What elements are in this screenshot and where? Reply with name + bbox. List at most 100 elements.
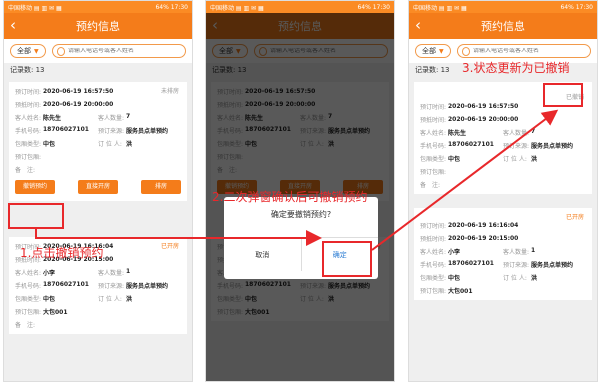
phone-screen-1: 中国移动 ▤ ▥ ✉ ▦ 64% 17:30 ‹ 预约信息 全部 ▼ 记录数: …: [3, 0, 193, 382]
booking-source: 服务员点单预约: [531, 143, 574, 150]
title-bar: ‹ 预约信息: [409, 13, 597, 39]
field-label: 客人数量:: [98, 115, 125, 122]
field-label: 预抵时间:: [15, 102, 42, 109]
chevron-down-icon: ▼: [34, 47, 39, 55]
field-label: 预订时间:: [420, 104, 447, 111]
guest-count: 1: [126, 268, 131, 275]
booked-room: 大包001: [448, 288, 473, 295]
cancel-booking-button[interactable]: 撤销预约: [15, 180, 55, 194]
chevron-down-icon: ▼: [439, 47, 444, 55]
arrive-time: 2020-06-19 20:00:00: [43, 101, 114, 108]
back-icon[interactable]: ‹: [415, 17, 421, 33]
booker: 洪: [531, 156, 538, 163]
field-label: 订 位 人:: [503, 156, 527, 163]
search-box[interactable]: [456, 44, 591, 58]
status-badge: 未排房: [160, 88, 179, 95]
guest-name: 小李: [43, 270, 56, 277]
field-label: 订 位 人:: [503, 275, 527, 282]
field-label: 客人数量:: [98, 270, 125, 277]
highlight-status-badge: [543, 83, 583, 107]
search-icon: [461, 46, 470, 56]
arrive-time: 2020-06-19 20:15:00: [448, 235, 519, 242]
status-right: 64% 17:30: [560, 3, 593, 11]
dialog-cancel-button[interactable]: 取消: [224, 238, 302, 271]
field-label: 手机号码:: [420, 262, 447, 269]
status-filter-select[interactable]: 全部 ▼: [10, 44, 46, 58]
field-label: 包厢类型:: [15, 296, 42, 303]
assign-room-button[interactable]: 排房: [141, 180, 181, 194]
field-label: 预订包厢:: [15, 154, 42, 161]
field-label: 预订包厢:: [420, 169, 447, 176]
records-label: 记录数:: [415, 66, 439, 74]
guest-name: 陈先生: [43, 115, 62, 122]
page-title: 预约信息: [481, 20, 525, 33]
status-badge: 已开房: [160, 243, 179, 250]
annotation-step-1: 1.点击撤销预约: [20, 246, 104, 260]
booking-card: 未排房 预订时间: 2020-06-19 16:57:50 预抵时间: 2020-0…: [9, 82, 187, 201]
book-time: 2020-06-19 16:57:50: [43, 88, 114, 95]
room-type: 中包: [448, 275, 461, 282]
status-bar: 中国移动 ▤ ▥ ✉ ▦ 64% 17:30: [206, 1, 394, 13]
field-label: 包厢类型:: [15, 141, 42, 148]
field-label: 预订包厢:: [15, 309, 42, 316]
status-right: 64% 17:30: [155, 3, 188, 11]
field-label: 手机号码:: [15, 128, 42, 135]
field-label: 预订来源:: [98, 283, 125, 290]
records-value: 13: [35, 66, 45, 74]
field-label: 客人数量:: [503, 249, 530, 256]
field-label: 手机号码:: [420, 143, 447, 150]
booker: 洪: [531, 275, 538, 282]
field-label: 备 注:: [420, 182, 441, 189]
field-label: 预订来源:: [503, 262, 530, 269]
arrive-time: 2020-06-19 20:00:00: [448, 116, 519, 123]
field-label: 预订来源:: [503, 143, 530, 150]
annotation-step-3: 3.状态更新为已撤销: [462, 61, 570, 75]
book-time: 2020-06-19 16:57:50: [448, 103, 519, 110]
field-label: 客人姓名:: [15, 115, 42, 122]
status-bar: 中国移动 ▤ ▥ ✉ ▦ 64% 17:30: [4, 1, 192, 13]
booker: 洪: [126, 296, 133, 303]
records-value: 13: [440, 66, 450, 74]
field-label: 客人姓名:: [420, 249, 447, 256]
status-left: 中国移动 ▤ ▥ ✉ ▦: [210, 4, 264, 12]
phone-number: 18706027101: [448, 260, 494, 267]
annotation-step-2: 2.二次弹窗确认后可撤销预约: [212, 190, 368, 204]
field-label: 备 注:: [15, 167, 36, 174]
field-label: 预订时间:: [420, 223, 447, 230]
booking-source: 服务员点单预约: [126, 283, 169, 290]
status-right: 64% 17:30: [357, 3, 390, 11]
back-icon[interactable]: ‹: [10, 17, 16, 33]
status-filter-select[interactable]: 全部 ▼: [415, 44, 451, 58]
field-label: 订 位 人:: [98, 141, 122, 148]
field-label: 预订包厢:: [420, 288, 447, 295]
booking-source: 服务员点单预约: [531, 262, 574, 269]
field-label: 预订来源:: [98, 128, 125, 135]
page-title: 预约信息: [76, 20, 120, 33]
direct-open-button[interactable]: 直接开房: [78, 180, 118, 194]
room-type: 中包: [448, 156, 461, 163]
phone-number: 18706027101: [448, 141, 494, 148]
field-label: 包厢类型:: [420, 275, 447, 282]
field-label: 备 注:: [15, 322, 36, 329]
guest-count: 7: [531, 128, 536, 135]
field-label: 客人姓名:: [420, 130, 447, 137]
status-left: 中国移动 ▤ ▥ ✉ ▦: [413, 4, 467, 12]
guest-count: 1: [531, 247, 536, 254]
booker: 洪: [126, 141, 133, 148]
filter-search-row: 全部 ▼: [4, 39, 192, 63]
booking-card: 已开房 预订时间:2020-06-19 16:16:04 预抵时间:2020-0…: [414, 208, 592, 300]
search-icon: [56, 46, 65, 56]
search-input[interactable]: [67, 48, 181, 54]
search-input[interactable]: [472, 48, 586, 54]
status-badge: 已开房: [565, 214, 584, 221]
field-label: 手机号码:: [15, 283, 42, 290]
search-box[interactable]: [51, 44, 186, 58]
book-time: 2020-06-19 16:16:04: [448, 222, 519, 229]
field-label: 订 位 人:: [98, 296, 122, 303]
field-label: 预抵时间:: [420, 236, 447, 243]
field-label: 预抵时间:: [420, 117, 447, 124]
field-label: 客人数量:: [503, 130, 530, 137]
field-label: 客人姓名:: [15, 270, 42, 277]
phone-number: 18706027101: [43, 126, 89, 133]
status-filter-value: 全部: [17, 47, 31, 55]
